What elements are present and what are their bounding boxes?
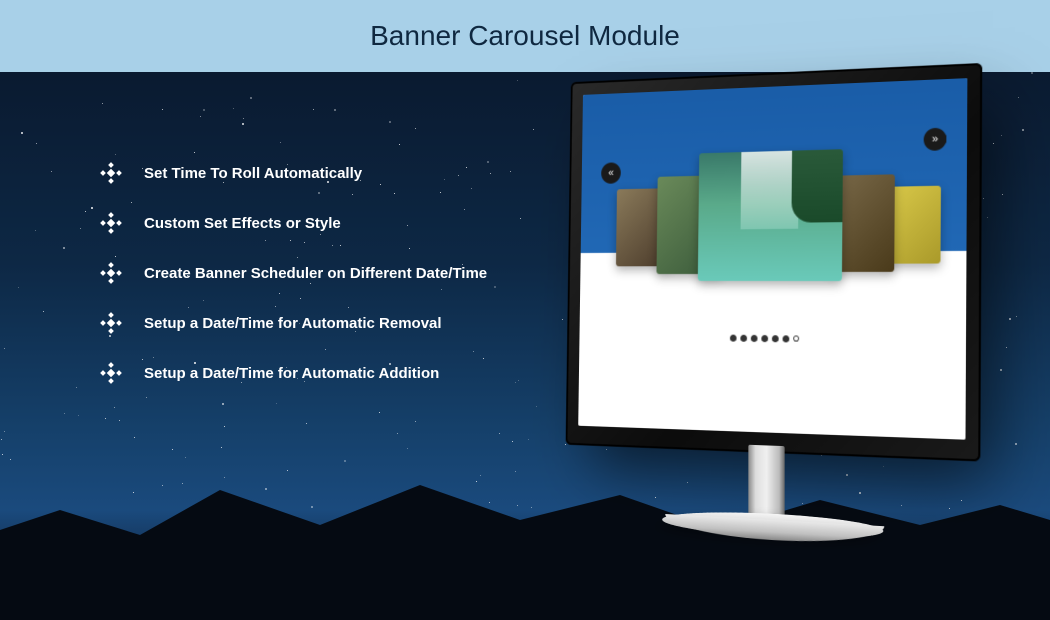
feature-item: Setup a Date/Time for Automatic Removal — [100, 312, 487, 334]
feature-label: Setup a Date/Time for Automatic Removal — [144, 315, 442, 332]
carousel-dot[interactable] — [751, 335, 758, 342]
carousel-dot[interactable] — [783, 335, 790, 342]
feature-item: Set Time To Roll Automatically — [100, 162, 487, 184]
feature-label: Setup a Date/Time for Automatic Addition — [144, 365, 439, 382]
feature-item: Create Banner Scheduler on Different Dat… — [100, 262, 487, 284]
carousel-banner-area: « » — [581, 78, 968, 253]
carousel-slide[interactable] — [884, 186, 941, 264]
diamond-bullet-icon — [100, 362, 122, 384]
diamond-bullet-icon — [100, 162, 122, 184]
feature-item: Setup a Date/Time for Automatic Addition — [100, 362, 487, 384]
feature-item: Custom Set Effects or Style — [100, 212, 487, 234]
feature-label: Custom Set Effects or Style — [144, 215, 341, 232]
carousel-slides — [580, 141, 967, 287]
page-title: Banner Carousel Module — [370, 20, 680, 52]
diamond-bullet-icon — [100, 212, 122, 234]
carousel-dot[interactable] — [740, 335, 747, 342]
carousel-slide-active[interactable] — [698, 149, 843, 281]
monitor-screen: « » — [578, 78, 967, 440]
diamond-bullet-icon — [100, 262, 122, 284]
monitor-stand-neck — [748, 445, 784, 516]
feature-label: Set Time To Roll Automatically — [144, 165, 362, 182]
carousel-dot[interactable] — [730, 335, 737, 342]
hero-section: Set Time To Roll Automatically Custom Set… — [0, 72, 1050, 620]
feature-list: Set Time To Roll Automatically Custom Set… — [100, 162, 487, 412]
carousel-dot[interactable] — [793, 335, 799, 341]
carousel-next-button[interactable]: » — [924, 128, 947, 151]
monitor-mockup: « » — [540, 52, 1020, 612]
diamond-bullet-icon — [100, 312, 122, 334]
carousel-slide[interactable] — [829, 174, 895, 272]
feature-label: Create Banner Scheduler on Different Dat… — [144, 265, 487, 282]
carousel-pagination — [579, 333, 966, 346]
